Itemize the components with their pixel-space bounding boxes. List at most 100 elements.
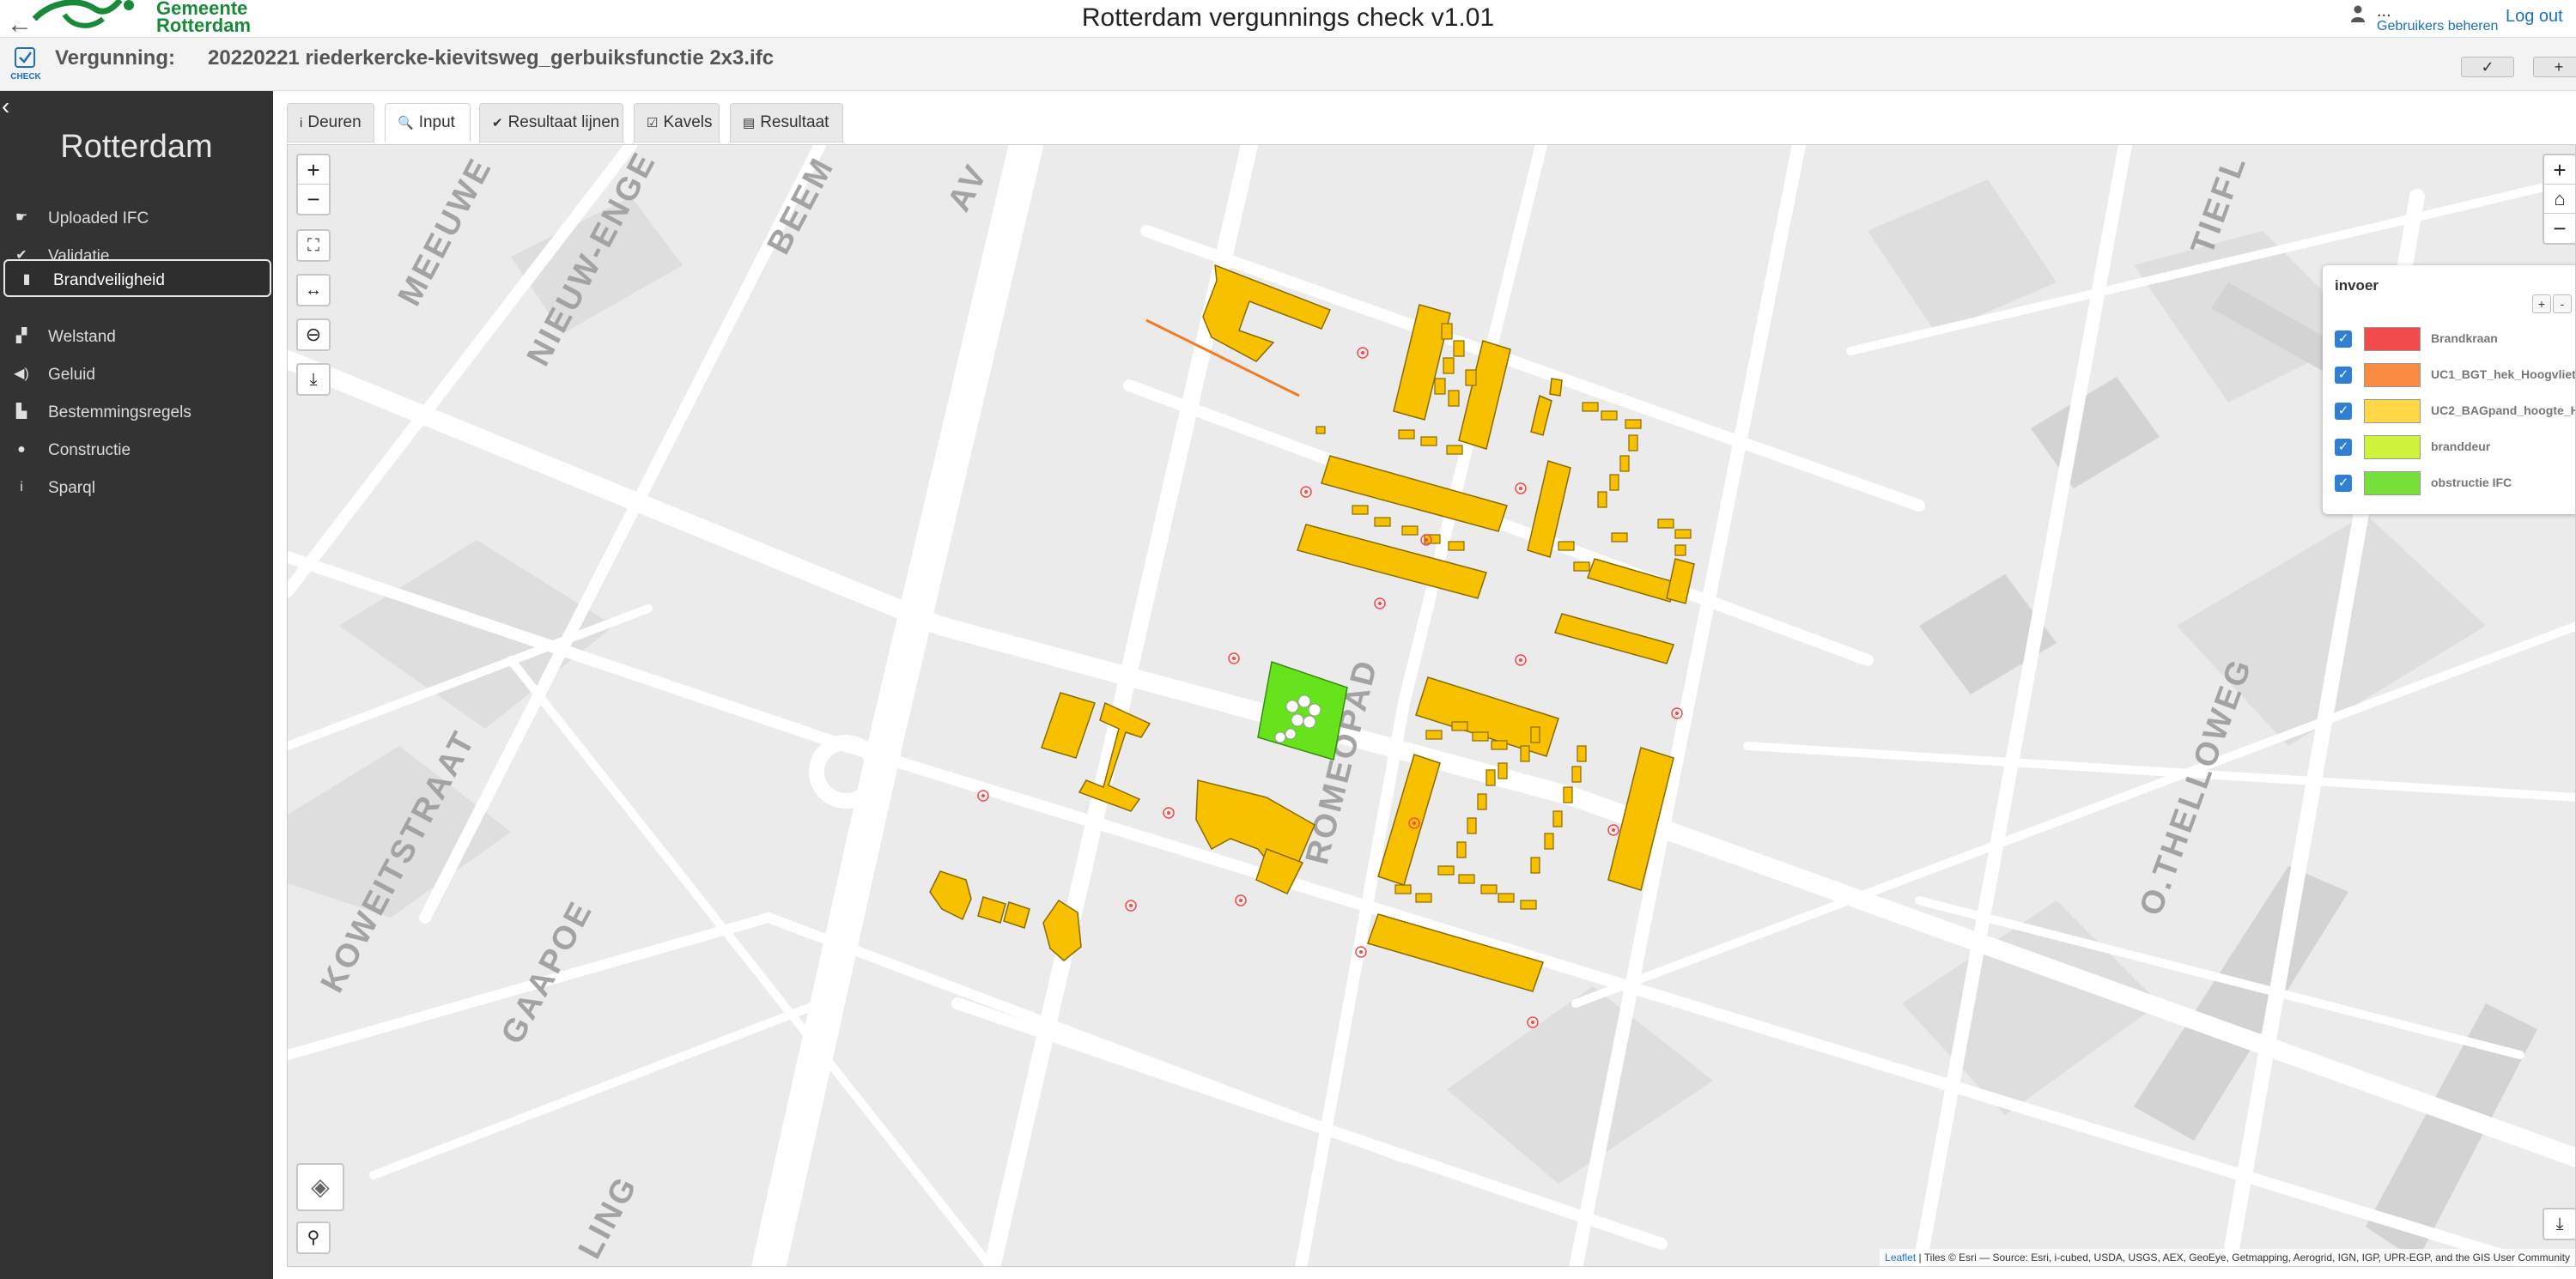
search-icon: 🔍	[398, 116, 414, 130]
logout-link[interactable]: Log out	[2506, 7, 2563, 27]
sidebar-item-label: Bestemmingsregels	[48, 403, 191, 421]
attribution-text: | Tiles © Esri — Source: Esri, i-cubed, …	[1918, 1252, 2570, 1264]
legend-row-obstructie: ✓ obstructie IFC	[2335, 470, 2575, 497]
legend-row-bgt-hek: ✓ UC1_BGT_hek_Hoogvliet	[2335, 361, 2575, 389]
tab-kavels[interactable]: ☑ Kavels	[634, 103, 720, 142]
layers-icon[interactable]: ◈	[298, 1165, 343, 1209]
legend-row-branddeur: ✓ branddeur	[2335, 433, 2575, 461]
measure-icon[interactable]: ↔	[298, 276, 329, 305]
map-attribution: Leaflet | Tiles © Esri — Source: Esri, i…	[1880, 1249, 2575, 1266]
home-icon[interactable]: ⌂	[2544, 185, 2575, 214]
layer-checkbox[interactable]: ✓	[2335, 439, 2352, 456]
circle-icon: ●	[17, 442, 26, 457]
tab-label: Resultaat lijnen	[507, 113, 620, 131]
legend-expand-button[interactable]: +	[2532, 294, 2551, 313]
confirm-button[interactable]: ✓	[2461, 57, 2514, 77]
legend-swatch	[2364, 435, 2421, 459]
collapse-sidebar-chevron-icon[interactable]: ‹	[2, 94, 9, 118]
info-icon: i	[300, 116, 303, 130]
sidebar-item-label: Uploaded IFC	[48, 209, 149, 227]
sidebar-item-bestemmingsregels[interactable]: ▙ Bestemmingsregels	[0, 393, 273, 431]
legend-row-brandkraan: ✓ Brandkraan	[2335, 325, 2575, 353]
download-icon[interactable]: ⤓	[2544, 1209, 2575, 1239]
download-control: ⤓	[296, 363, 331, 396]
layer-checkbox[interactable]: ✓	[2335, 475, 2352, 492]
table-icon: ▤	[743, 116, 756, 130]
measure-control: ↔	[296, 274, 331, 306]
app-window: ← Gemeente Rotterdam Rotterdam vergunnin…	[0, 0, 2576, 1279]
zoom-out-button[interactable]: −	[2544, 214, 2575, 243]
tab-label: Resultaat	[760, 113, 829, 131]
sidebar-item-sparql[interactable]: i Sparql	[0, 469, 273, 506]
info-icon: i	[20, 480, 23, 494]
legend-swatch	[2364, 327, 2421, 351]
map-view[interactable]: MEEUWE NIEUW-ENGE BEEM AV TIEFL ROMEOPAD…	[287, 144, 2576, 1267]
minus-circle-icon[interactable]: ⊖	[298, 320, 329, 349]
basemap[interactable]: MEEUWE NIEUW-ENGE BEEM AV TIEFL ROMEOPAD…	[288, 145, 2576, 1267]
sidebar: ‹ Rotterdam ☛ Uploaded IFC ✔ Validatie ▮…	[0, 91, 273, 1279]
legend-collapse-button[interactable]: -	[2553, 294, 2572, 313]
check-square-icon: ☑	[647, 116, 659, 130]
sidebar-item-label: Constructie	[48, 441, 131, 459]
tab-input[interactable]: 🔍 Input	[385, 103, 471, 142]
manage-users-link[interactable]: Gebruikers beheren	[2377, 19, 2498, 34]
legend-label: Brandkraan	[2431, 331, 2498, 345]
sidebar-item-label: Sparql	[48, 479, 95, 497]
check-icon: ✔	[492, 116, 503, 130]
tab-label: Input	[418, 113, 455, 131]
permit-filename: 20220221 riederkercke-kievitsweg_gerbuik…	[208, 46, 775, 70]
clear-control: ⊖	[296, 318, 331, 351]
zoom-in-button[interactable]: +	[298, 155, 329, 185]
legend-title: invoer	[2335, 277, 2379, 294]
legend-swatch	[2364, 363, 2421, 387]
legend-swatch	[2364, 399, 2421, 423]
sidebar-item-label: Geluid	[48, 366, 95, 384]
right-zoom-control: + ⌂ −	[2543, 154, 2575, 245]
permit-bar: CHECK Vergunning: 20220221 riederkercke-…	[0, 38, 2576, 91]
check-logo-text: CHECK	[10, 72, 41, 82]
leaflet-link[interactable]: Leaflet	[1885, 1252, 1916, 1264]
export-control: ⤓	[2543, 1208, 2575, 1240]
zoom-control: + −	[296, 154, 331, 215]
app-title: Rotterdam vergunnings check v1.01	[1081, 3, 1495, 32]
sidebar-item-label: Brandveiligheid	[53, 271, 165, 289]
zoom-in-button[interactable]: +	[2544, 155, 2575, 185]
volume-icon: ◀)	[14, 367, 29, 381]
hand-pointer-icon: ☛	[15, 210, 28, 225]
sidebar-item-uploaded-ifc[interactable]: ☛ Uploaded IFC	[0, 199, 273, 237]
layer-checkbox[interactable]: ✓	[2335, 330, 2352, 348]
top-bar: ← Gemeente Rotterdam Rotterdam vergunnin…	[0, 0, 2576, 38]
fullscreen-icon[interactable]: ⛶	[298, 231, 329, 260]
legend-row-bagpand: ✓ UC2_BAGpand_hoogte_Hoogvliet	[2335, 397, 2575, 425]
tab-resultaat[interactable]: ▤ Resultaat	[730, 103, 843, 142]
permit-label: Vergunning:	[55, 46, 175, 70]
zoom-out-button[interactable]: −	[298, 185, 329, 214]
sidebar-item-welstand[interactable]: ▞ Welstand	[0, 318, 273, 355]
search-icon[interactable]: ⚲	[298, 1223, 329, 1252]
fullscreen-control: ⛶	[296, 229, 331, 262]
layer-checkbox[interactable]: ✓	[2335, 367, 2352, 384]
search-control: ⚲	[296, 1221, 331, 1254]
check-logo-icon: CHECK	[10, 47, 42, 82]
legend-label: obstructie IFC	[2431, 476, 2512, 489]
tab-label: Kavels	[663, 113, 713, 131]
layers-control: ◈	[296, 1163, 344, 1211]
legend-label: branddeur	[2431, 439, 2491, 453]
tab-label: Deuren	[307, 113, 361, 131]
sidebar-item-geluid[interactable]: ◀) Geluid	[0, 355, 273, 393]
buildings-icon: ▞	[15, 329, 27, 343]
tab-deuren[interactable]: i Deuren	[287, 103, 374, 142]
fire-extinguisher-icon: ▮	[22, 272, 31, 287]
legend-swatch	[2364, 471, 2421, 495]
layer-legend: invoer + - ✓ Brandkraan ✓ UC1_BGT_hek_Ho…	[2323, 265, 2575, 514]
legend-label: UC2_BAGpand_hoogte_Hoogvliet	[2431, 403, 2575, 417]
tab-resultaat-lijnen[interactable]: ✔ Resultaat lijnen	[479, 103, 623, 142]
legend-label: UC1_BGT_hek_Hoogvliet	[2431, 367, 2576, 381]
sidebar-item-brandveiligheid[interactable]: ▮ Brandveiligheid	[3, 259, 271, 297]
download-icon[interactable]: ⤓	[298, 365, 329, 394]
layer-checkbox[interactable]: ✓	[2335, 403, 2352, 420]
city-icon: ▙	[15, 404, 27, 419]
sidebar-item-constructie[interactable]: ● Constructie	[0, 431, 273, 469]
sidebar-item-label: Welstand	[48, 328, 116, 346]
add-button[interactable]: +	[2533, 57, 2576, 77]
